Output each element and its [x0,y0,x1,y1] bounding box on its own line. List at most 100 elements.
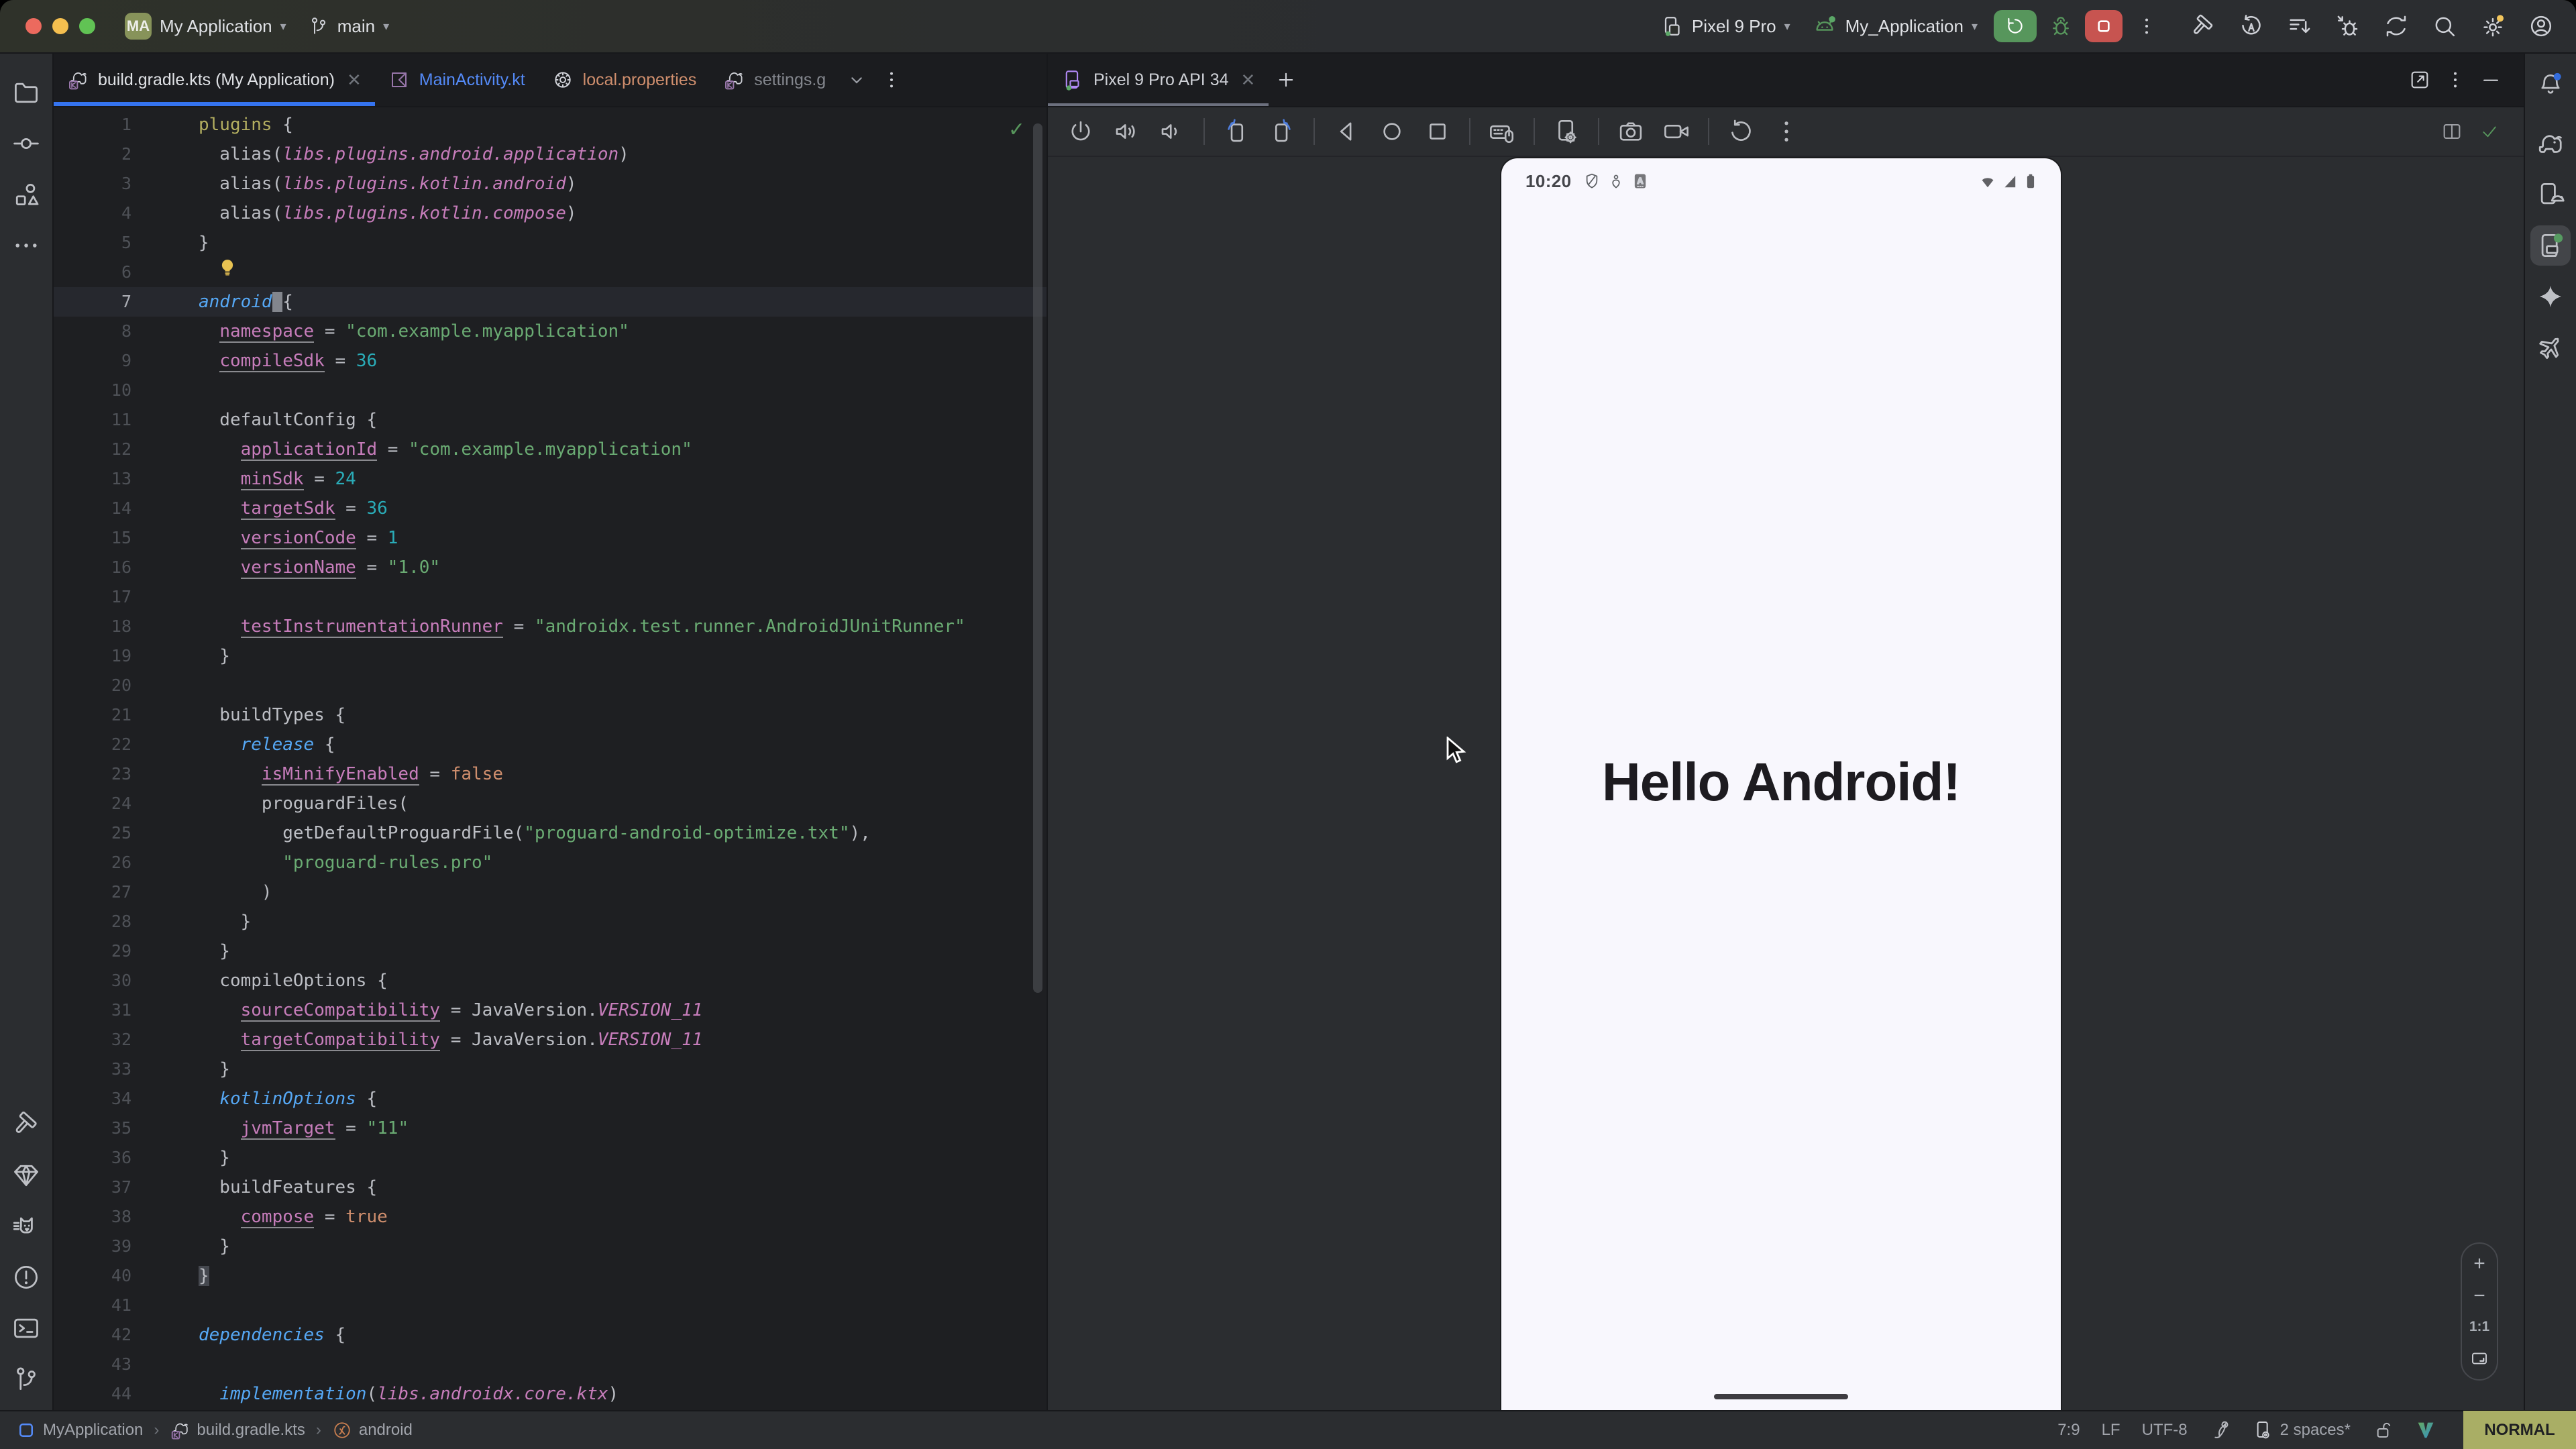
code-line-4[interactable]: 4 alias(libs.plugins.kotlin.compose) [54,199,1046,228]
code-line-26[interactable]: 26 "proguard-rules.pro" [54,848,1046,877]
breadcrumb-item[interactable]: MyApplication [16,1420,143,1440]
branch-selector[interactable]: main ▾ [297,10,400,42]
close-icon[interactable]: ✕ [347,70,362,91]
code-line-6[interactable]: 6 [54,258,1046,287]
code-line-28[interactable]: 28 } [54,907,1046,936]
code-line-30[interactable]: 30 compileOptions { [54,966,1046,996]
code-line-8[interactable]: 8 namespace = "com.example.myapplication… [54,317,1046,346]
highlight-pen-icon[interactable] [2209,1419,2231,1441]
rerun-button[interactable] [1994,10,2037,42]
rotate-left-icon[interactable] [1222,117,1250,146]
zoom-actual-size-button[interactable]: 1:1 [2469,1319,2489,1335]
more-v-icon[interactable] [1772,117,1801,146]
overview-icon[interactable] [1424,117,1452,146]
code-line-29[interactable]: 29 } [54,936,1046,966]
minimize-window-button[interactable] [52,18,68,34]
notifications-button[interactable] [2530,64,2571,105]
tool-logcat-button[interactable] [6,1206,46,1246]
device-tab[interactable]: Pixel 9 Pro API 34 ✕ [1048,54,1269,106]
tool-project-folder-button[interactable] [6,72,46,113]
code-line-23[interactable]: 23 isMinifyEnabled = false [54,759,1046,789]
volume-up-icon[interactable] [1112,117,1140,146]
close-icon[interactable]: ✕ [1241,70,1256,91]
code-line-11[interactable]: 11 defaultConfig { [54,405,1046,435]
code-line-35[interactable]: 35 jvmTarget = "11" [54,1114,1046,1143]
code-line-9[interactable]: 9 compileSdk = 36 [54,346,1046,376]
open-in-window-icon[interactable] [2408,68,2431,91]
tab-options-icon[interactable] [874,54,909,106]
unlock-icon[interactable] [2372,1419,2394,1441]
apply-code-changes-icon[interactable] [2284,7,2316,45]
code-line-39[interactable]: 39 } [54,1232,1046,1261]
code-line-21[interactable]: 21 buildTypes { [54,700,1046,730]
volume-down-icon[interactable] [1158,117,1186,146]
code-line-1[interactable]: 1plugins { [54,110,1046,140]
code-line-20[interactable]: 20 [54,671,1046,700]
fit-to-screen-icon[interactable] [2469,1348,2489,1368]
tool-terminal-button[interactable] [6,1308,46,1348]
restore-icon[interactable] [1727,117,1755,146]
sync-icon[interactable] [2380,7,2412,45]
display-mode-icon[interactable] [2440,120,2463,143]
home-icon[interactable] [1378,117,1406,146]
editor-tab-settings.g[interactable]: settings.g [710,54,839,106]
intention-bulb-icon[interactable] [217,258,237,278]
tool-build-hammer-button[interactable] [6,1104,46,1144]
code-line-12[interactable]: 12 applicationId = "com.example.myapplic… [54,435,1046,464]
caret-position[interactable]: 7:9 [2057,1421,2080,1440]
code-line-2[interactable]: 2 alias(libs.plugins.android.application… [54,140,1046,169]
code-editor[interactable]: 1plugins {2 alias(libs.plugins.android.a… [54,107,1046,1410]
settings-icon[interactable] [2477,7,2509,45]
code-line-22[interactable]: 22 release { [54,730,1046,759]
code-line-33[interactable]: 33 } [54,1055,1046,1084]
tool-more-h-button[interactable] [6,225,46,266]
code-line-7[interactable]: 7android { [54,287,1046,317]
power-icon[interactable] [1067,117,1095,146]
code-line-27[interactable]: 27 ) [54,877,1046,907]
tool-commit-button[interactable] [6,123,46,164]
search-icon[interactable] [2428,7,2461,45]
run-config-selector[interactable]: My_Application ▾ [1801,8,1988,44]
vim-icon[interactable] [2415,1419,2436,1441]
tool-problems-button[interactable] [6,1257,46,1297]
build-hammer-icon[interactable] [2187,7,2219,45]
code-line-16[interactable]: 16 versionName = "1.0" [54,553,1046,582]
inspection-ok-icon[interactable]: ✓ [1008,118,1025,142]
code-line-14[interactable]: 14 targetSdk = 36 [54,494,1046,523]
editor-tab-local.properties[interactable]: local.properties [539,54,710,106]
file-encoding[interactable]: UTF-8 [2142,1421,2188,1440]
tab-list-chevron-icon[interactable] [839,54,874,106]
code-line-44[interactable]: 44 implementation(libs.androidx.core.ktx… [54,1379,1046,1409]
tool-device-manager-button[interactable] [2530,174,2571,215]
breadcrumb-item[interactable]: android [332,1420,413,1440]
code-line-34[interactable]: 34 kotlinOptions { [54,1084,1046,1114]
code-line-37[interactable]: 37 buildFeatures { [54,1173,1046,1202]
profile-icon[interactable] [2525,7,2557,45]
attach-debugger-icon[interactable] [2332,7,2364,45]
tool-gemini-gem-button[interactable] [6,1155,46,1195]
home-indicator[interactable] [1714,1394,1848,1399]
tool-structure-button[interactable] [6,174,46,215]
code-line-41[interactable]: 41 [54,1291,1046,1320]
zoom-in-button[interactable]: + [2473,1254,2485,1273]
code-line-5[interactable]: 5} [54,228,1046,258]
code-line-43[interactable]: 43 [54,1350,1046,1379]
screen-record-icon[interactable] [1662,117,1690,146]
line-separator[interactable]: LF [2102,1421,2121,1440]
code-line-36[interactable]: 36 } [54,1143,1046,1173]
tool-git-branch-button[interactable] [6,1359,46,1399]
code-line-42[interactable]: 42dependencies { [54,1320,1046,1350]
close-window-button[interactable] [25,18,42,34]
hide-panel-icon[interactable] [2479,68,2502,91]
editor-scrollbar[interactable] [1033,123,1042,993]
device-selector[interactable]: Pixel 9 Pro ▾ [1649,9,1801,44]
indent-indicator[interactable]: 2 spaces* [2252,1419,2351,1441]
screenshot-icon[interactable] [1617,117,1645,146]
project-selector[interactable]: MA My Application ▾ [114,7,297,45]
code-line-31[interactable]: 31 sourceCompatibility = JavaVersion.VER… [54,996,1046,1025]
debug-button[interactable] [2042,7,2080,45]
code-line-24[interactable]: 24 proguardFiles( [54,789,1046,818]
code-line-32[interactable]: 32 targetCompatibility = JavaVersion.VER… [54,1025,1046,1055]
code-line-3[interactable]: 3 alias(libs.plugins.kotlin.android) [54,169,1046,199]
back-icon[interactable] [1332,117,1360,146]
